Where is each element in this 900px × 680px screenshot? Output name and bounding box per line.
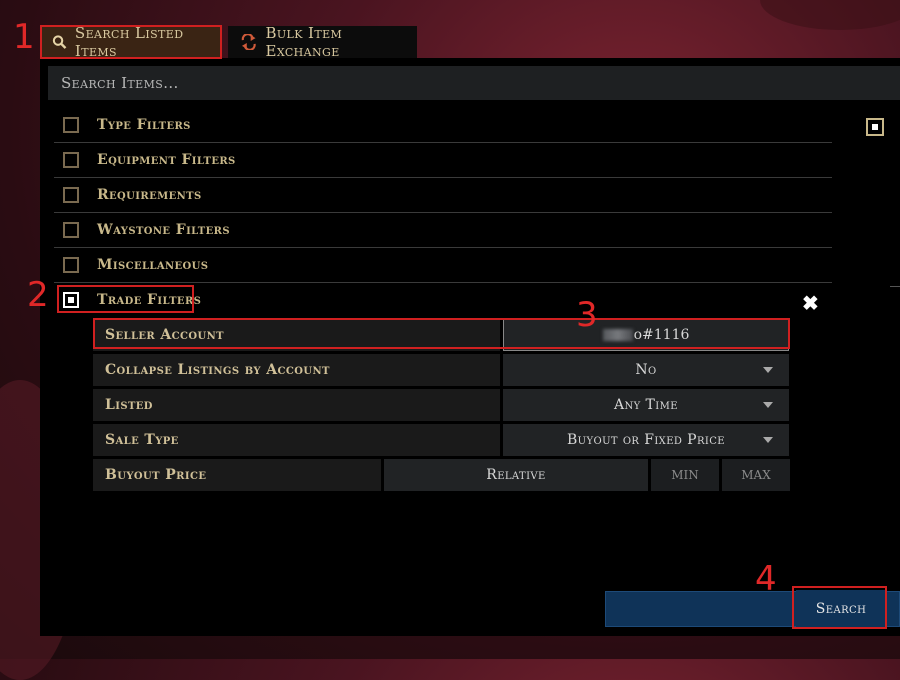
checkbox[interactable] <box>63 222 79 238</box>
annotation-number: 4 <box>755 559 777 599</box>
buyout-min-input[interactable]: MIN <box>651 459 719 491</box>
tab-bulk-item-exchange[interactable]: Bulk Item Exchange <box>228 24 417 60</box>
search-items-input[interactable]: Search Items... <box>48 66 900 100</box>
chevron-down-icon <box>763 367 773 373</box>
search-icon <box>52 35 67 49</box>
tab-label: Search Listed Items <box>74 24 184 60</box>
search-button[interactable]: Search <box>796 590 886 628</box>
collapse-listings-row: Collapse Listings by Account No <box>93 354 789 386</box>
checkbox[interactable] <box>63 117 79 133</box>
buyout-price-label: Buyout Price <box>93 459 381 491</box>
buyout-price-mode-select[interactable]: Relative <box>384 459 648 491</box>
checkbox[interactable] <box>63 187 79 203</box>
collapse-listings-select[interactable]: No <box>503 354 789 386</box>
select-value: Any Time <box>614 397 678 413</box>
annotation-number: 1 <box>13 17 35 57</box>
tab-label: Bulk Item Exchange <box>265 24 343 60</box>
background-rock <box>760 0 900 30</box>
select-value: No <box>635 362 657 378</box>
close-icon[interactable]: ✖ <box>802 291 819 315</box>
redacted-text <box>602 329 633 341</box>
search-panel: Search Items... Type Filters Equipment F… <box>40 58 900 636</box>
filter-group-label: Waystone Filters <box>97 222 230 238</box>
tab-search-listed-items[interactable]: Search Listed Items <box>42 24 220 60</box>
filter-group-trade[interactable]: Trade Filters <box>54 283 794 317</box>
select-value: Buyout or Fixed Price <box>566 432 726 448</box>
listed-select[interactable]: Any Time <box>503 389 789 421</box>
collapse-listings-label: Collapse Listings by Account <box>93 354 500 386</box>
sale-type-row: Sale Type Buyout or Fixed Price <box>93 424 789 456</box>
checkbox-checked[interactable] <box>866 118 884 136</box>
filter-group-label: Equipment Filters <box>97 152 236 168</box>
filter-group-requirements[interactable]: Requirements <box>54 178 832 213</box>
chevron-down-icon <box>763 402 773 408</box>
listed-row: Listed Any Time <box>93 389 789 421</box>
filter-group-label: Requirements <box>97 187 202 203</box>
checkbox[interactable] <box>63 257 79 273</box>
buyout-price-row: Buyout Price Relative MIN MAX <box>93 459 790 491</box>
sale-type-select[interactable]: Buyout or Fixed Price <box>503 424 789 456</box>
sale-type-label: Sale Type <box>93 424 500 456</box>
seller-account-label: Seller Account <box>93 319 500 351</box>
listed-label: Listed <box>93 389 500 421</box>
filter-group-type[interactable]: Type Filters <box>54 108 832 143</box>
filter-group-waystone[interactable]: Waystone Filters <box>54 213 832 248</box>
filter-group-equipment[interactable]: Equipment Filters <box>54 143 832 178</box>
annotation-number: 2 <box>27 275 49 315</box>
filter-group-miscellaneous[interactable]: Miscellaneous <box>54 248 832 283</box>
buyout-max-input[interactable]: MAX <box>722 459 790 491</box>
annotation-number: 3 <box>576 295 598 335</box>
checkbox[interactable] <box>63 152 79 168</box>
divider <box>890 286 900 287</box>
filter-group-label: Miscellaneous <box>97 257 209 273</box>
seller-account-row: Seller Account o#1116 <box>93 319 789 351</box>
exchange-arrows-icon <box>241 34 256 50</box>
filter-group-label: Trade Filters <box>97 292 202 308</box>
search-placeholder: Search Items... <box>61 74 179 92</box>
checkbox-checked[interactable] <box>63 292 79 308</box>
chevron-down-icon <box>763 437 773 443</box>
seller-account-value: o#1116 <box>633 327 690 343</box>
seller-account-input[interactable]: o#1116 <box>503 319 789 351</box>
filter-group-label: Type Filters <box>97 117 191 133</box>
